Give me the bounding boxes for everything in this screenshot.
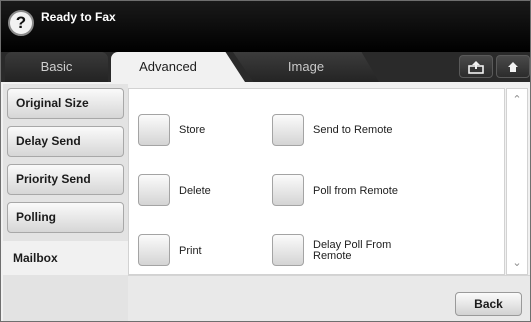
- home-button[interactable]: [496, 55, 530, 78]
- upload-icon: [468, 61, 484, 74]
- fax-screen: ? Ready to Fax Basic Advanced Image Orig…: [0, 0, 531, 322]
- delete-button[interactable]: [138, 174, 170, 206]
- sidebar-item-delay-send[interactable]: Delay Send: [7, 126, 124, 157]
- sidebar-item-original-size[interactable]: Original Size: [7, 88, 124, 119]
- send-to-remote-label: Send to Remote: [313, 124, 393, 136]
- store-label: Store: [179, 124, 206, 136]
- back-button[interactable]: Back: [455, 292, 522, 316]
- store-button[interactable]: [138, 114, 170, 146]
- sidebar-item-mailbox[interactable]: Mailbox: [3, 241, 128, 275]
- screen-title: Ready to Fax: [41, 10, 116, 24]
- poll-from-remote-button[interactable]: [272, 174, 304, 206]
- help-icon[interactable]: ?: [8, 10, 34, 36]
- sidebar: Original Size Delay Send Priority Send P…: [3, 84, 128, 321]
- print-label: Print: [179, 245, 202, 257]
- scroll-up-icon[interactable]: ⌃: [507, 91, 527, 109]
- tab-image[interactable]: Image: [233, 52, 379, 82]
- scroll-down-icon[interactable]: ⌄: [507, 254, 527, 272]
- upload-button[interactable]: [459, 55, 493, 78]
- scrollbar[interactable]: ⌃ ⌄: [506, 88, 528, 275]
- print-button[interactable]: [138, 234, 170, 266]
- delay-poll-label-line2: Remote: [313, 250, 352, 262]
- sidebar-item-polling[interactable]: Polling: [7, 202, 124, 233]
- title-bar: ? Ready to Fax: [1, 1, 530, 52]
- sidebar-item-priority-send[interactable]: Priority Send: [7, 164, 124, 195]
- tab-advanced[interactable]: Advanced: [111, 52, 225, 82]
- delay-poll-from-remote-button[interactable]: [272, 234, 304, 266]
- poll-from-remote-label: Poll from Remote: [313, 185, 398, 197]
- delete-label: Delete: [179, 185, 211, 197]
- home-icon: [508, 62, 518, 72]
- tab-basic[interactable]: Basic: [5, 52, 108, 82]
- send-to-remote-button[interactable]: [272, 114, 304, 146]
- tab-bar: Basic Advanced Image: [1, 52, 530, 82]
